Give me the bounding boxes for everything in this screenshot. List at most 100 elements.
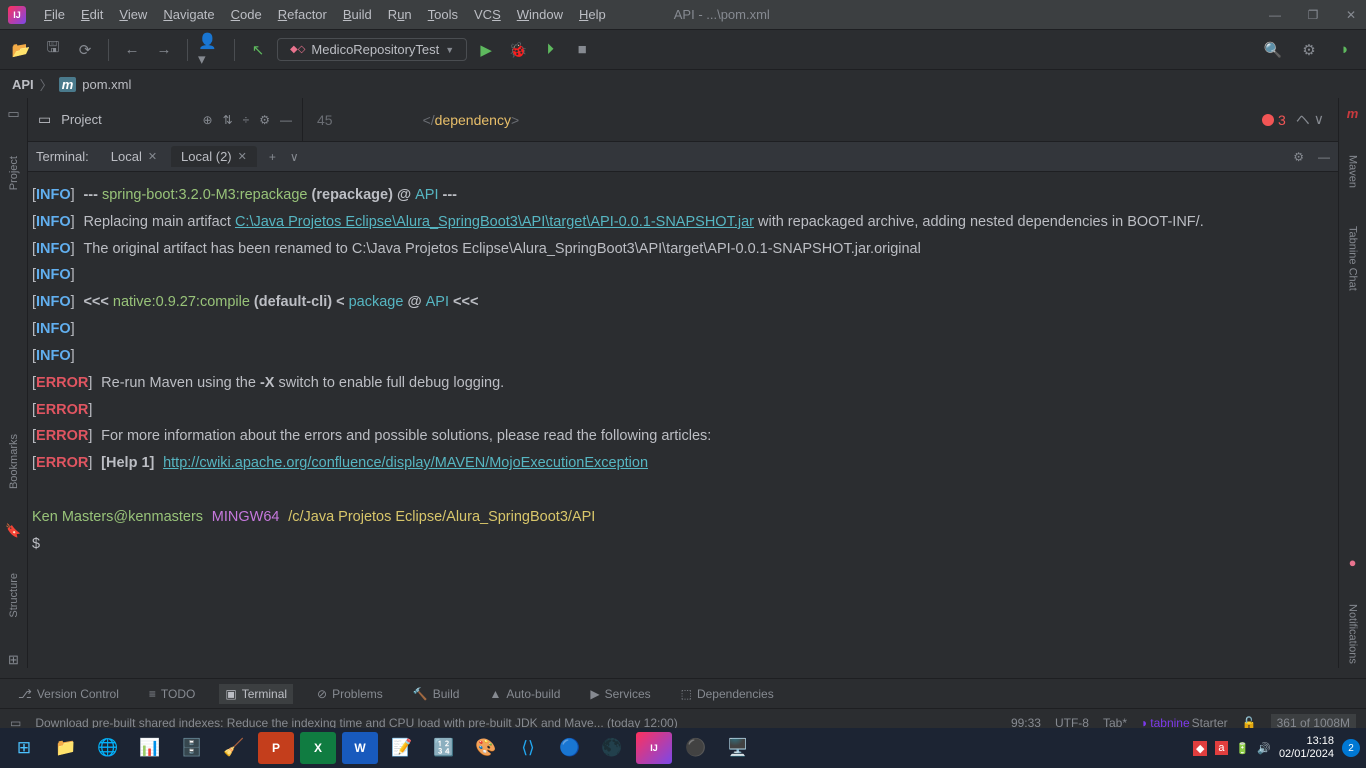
menu-edit[interactable]: Edit — [73, 3, 111, 26]
tabnine-toolbar-icon[interactable]: ◗ — [1332, 37, 1358, 63]
terminal-tab-local-2[interactable]: Local (2) ✕ — [171, 146, 257, 167]
menu-run[interactable]: Run — [380, 3, 420, 26]
project-tool-window-header: ▭ Project ⊕ ⇅ ÷ ⚙ — — [28, 98, 303, 141]
bottom-tool-strip: ⎇ Version Control ≡ TODO ▣ Terminal ⊘ Pr… — [0, 678, 1366, 708]
terminal-tool-button[interactable]: ▣ Terminal — [219, 684, 293, 704]
app-icon-4[interactable]: ⚫ — [678, 732, 714, 764]
minimize-button[interactable]: — — [1268, 8, 1282, 22]
user-dropdown-icon[interactable]: 👤▾ — [198, 37, 224, 63]
new-tab-icon[interactable]: + — [269, 150, 276, 164]
menu-window[interactable]: Window — [509, 3, 571, 26]
diamond-icon: ◆◇ — [290, 44, 305, 55]
menu-navigate[interactable]: Navigate — [155, 3, 222, 26]
autobuild-tool-button[interactable]: ▲ Auto-build — [483, 684, 566, 704]
open-icon[interactable]: 📂 — [8, 37, 34, 63]
divide-icon[interactable]: ÷ — [243, 113, 250, 127]
help-link: http://cwiki.apache.org/confluence/displ… — [163, 455, 648, 471]
search-icon[interactable]: 🔍 — [1260, 37, 1286, 63]
back-icon[interactable]: ← — [119, 37, 145, 63]
notification-badge[interactable]: 2 — [1342, 739, 1360, 757]
project-tool-icon[interactable]: ▭ — [7, 106, 19, 122]
tab-close-icon[interactable]: ✕ — [238, 150, 247, 163]
intellij-taskbar-icon[interactable]: IJ — [636, 732, 672, 764]
volume-icon[interactable]: 🔊 — [1257, 742, 1271, 755]
build-tool-button[interactable]: 🔨 Build — [407, 684, 466, 704]
tabnine-chat-label[interactable]: Tabnine Chat — [1347, 222, 1359, 295]
gear-icon[interactable]: ⚙ — [259, 113, 270, 127]
error-indicator[interactable]: 3 ヘ ∨ — [1262, 110, 1324, 130]
forward-icon[interactable]: → — [151, 37, 177, 63]
coverage-icon[interactable]: ⏵ — [537, 37, 563, 63]
tab-close-icon[interactable]: ✕ — [148, 150, 157, 163]
structure-tool-label[interactable]: Structure — [8, 569, 20, 622]
terminal-tab-local[interactable]: Local ✕ — [101, 146, 167, 167]
settings-icon[interactable]: ⚙ — [1296, 37, 1322, 63]
maven-tool-label[interactable]: Maven — [1347, 151, 1359, 192]
caret-down-icon[interactable]: ∨ — [1314, 111, 1324, 128]
notifications-icon[interactable]: ● — [1349, 555, 1357, 570]
menu-build[interactable]: Build — [335, 3, 380, 26]
project-pane-icon: ▭ — [38, 111, 51, 128]
close-button[interactable]: ✕ — [1344, 8, 1358, 22]
main-area: ▭ Project ⊕ ⇅ ÷ ⚙ — 45 </dependency> 3 ヘ… — [28, 98, 1338, 668]
problems-tool-button[interactable]: ⊘ Problems — [311, 684, 389, 704]
terminal-output[interactable]: [INFO] --- spring-boot:3.2.0-M3:repackag… — [28, 172, 1338, 657]
notepad-icon[interactable]: 📝 — [384, 732, 420, 764]
caret-up-icon[interactable]: ヘ — [1296, 110, 1310, 130]
vscode-icon[interactable]: ⟨⟩ — [510, 732, 546, 764]
tray-icon-2[interactable]: a — [1215, 741, 1227, 755]
powerpoint-icon[interactable]: P — [258, 732, 294, 764]
notifications-label[interactable]: Notifications — [1347, 600, 1359, 668]
menu-view[interactable]: View — [111, 3, 155, 26]
save-icon[interactable]: 🖫 — [40, 37, 66, 63]
services-tool-button[interactable]: ▶ Services — [584, 684, 656, 704]
menu-refactor[interactable]: Refactor — [270, 3, 335, 26]
word-icon[interactable]: W — [342, 732, 378, 764]
menu-vcs[interactable]: VCS — [466, 3, 509, 26]
hide-icon[interactable]: — — [280, 113, 292, 127]
debug-icon[interactable]: 🐞 — [505, 37, 531, 63]
terminal-settings-icon[interactable]: ⚙ — [1293, 150, 1304, 164]
clock[interactable]: 13:18 02/01/2024 — [1279, 735, 1334, 761]
terminal-tabs: Terminal: Local ✕ Local (2) ✕ + ∨ ⚙ — — [28, 142, 1338, 172]
run-icon[interactable]: ▶ — [473, 37, 499, 63]
tray-icon-1[interactable]: ◆ — [1193, 741, 1207, 756]
dropdown-icon[interactable]: ∨ — [290, 150, 299, 164]
calculator-icon[interactable]: 🔢 — [426, 732, 462, 764]
chevron-icon: 〉 — [40, 75, 53, 94]
paint-icon[interactable]: 🎨 — [468, 732, 504, 764]
explorer-icon[interactable]: 📁 — [48, 732, 84, 764]
bookmark-icon[interactable]: 🔖 — [5, 523, 21, 539]
run-configuration-selector[interactable]: ◆◇ MedicoRepositoryTest ▼ — [277, 38, 467, 61]
menu-code[interactable]: Code — [223, 3, 270, 26]
terminal-hide-icon[interactable]: — — [1318, 150, 1330, 164]
maximize-button[interactable]: ❐ — [1306, 8, 1320, 22]
hammer-icon[interactable]: ↖ — [245, 37, 271, 63]
vcs-tool-button[interactable]: ⎇ Version Control — [12, 684, 125, 704]
structure-icon[interactable]: ⊞ — [8, 652, 19, 668]
menu-tools[interactable]: Tools — [420, 3, 466, 26]
breadcrumb-root[interactable]: API — [12, 77, 34, 92]
target-icon[interactable]: ⊕ — [203, 113, 213, 127]
excel-icon[interactable]: X — [300, 732, 336, 764]
dependencies-tool-button[interactable]: ⬚ Dependencies — [675, 684, 780, 704]
maven-icon[interactable]: m — [1347, 106, 1359, 121]
sync-icon[interactable]: ⟳ — [72, 37, 98, 63]
project-tool-label[interactable]: Project — [8, 152, 20, 194]
breadcrumb-file[interactable]: pom.xml — [82, 77, 131, 92]
start-button[interactable]: ⊞ — [6, 732, 42, 764]
app-icon-1[interactable]: 📊 — [132, 732, 168, 764]
menu-file[interactable]: File — [36, 3, 73, 26]
eclipse-icon[interactable]: 🌑 — [594, 732, 630, 764]
chrome-icon[interactable]: 🌐 — [90, 732, 126, 764]
stop-icon[interactable]: ■ — [569, 37, 595, 63]
app-icon-5[interactable]: 🖥️ — [720, 732, 756, 764]
bookmarks-tool-label[interactable]: Bookmarks — [8, 430, 20, 493]
menu-help[interactable]: Help — [571, 3, 614, 26]
collapse-icon[interactable]: ⇅ — [223, 113, 233, 127]
app-icon-3[interactable]: 🔵 — [552, 732, 588, 764]
ccleaner-icon[interactable]: 🧹 — [216, 732, 252, 764]
battery-icon[interactable]: 🔋 — [1236, 742, 1250, 755]
app-icon-2[interactable]: 🗄️ — [174, 732, 210, 764]
todo-tool-button[interactable]: ≡ TODO — [143, 684, 201, 704]
